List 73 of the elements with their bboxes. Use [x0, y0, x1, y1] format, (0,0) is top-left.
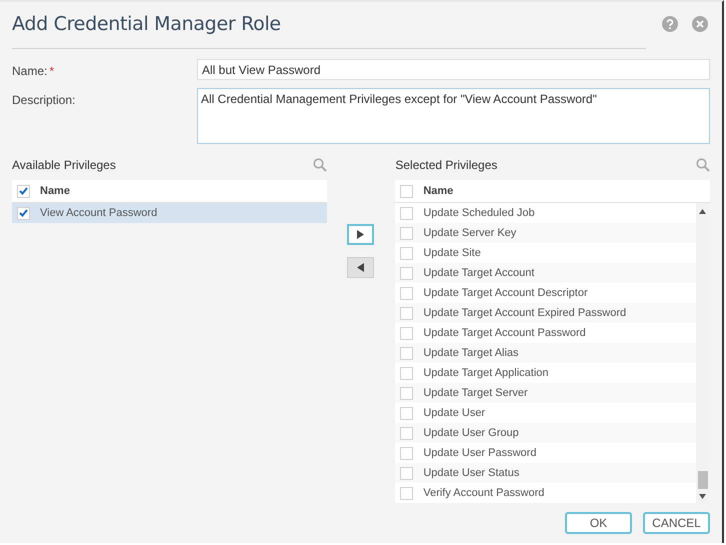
- privilege-name: Update Site: [423, 247, 481, 259]
- checkbox[interactable]: [400, 346, 414, 360]
- privilege-name: Update User Group: [423, 427, 519, 439]
- checkbox[interactable]: [400, 406, 414, 420]
- privilege-row[interactable]: Update Target Account Expired Password: [395, 303, 696, 323]
- move-left-button[interactable]: [347, 257, 374, 278]
- privilege-row[interactable]: Update User Group: [395, 423, 696, 443]
- dialog-title: Add Credential Manager Role: [12, 13, 281, 35]
- checkbox[interactable]: [400, 426, 414, 440]
- privilege-name: Update Server Key: [423, 227, 516, 239]
- privilege-row[interactable]: Update Server Key: [395, 223, 696, 243]
- privilege-row[interactable]: Update User Password: [395, 443, 696, 463]
- privilege-name: Update User Password: [423, 447, 536, 459]
- privilege-row[interactable]: Update Target Account Password: [395, 323, 696, 343]
- checkbox[interactable]: [400, 486, 414, 500]
- list-title: Available Privileges: [12, 158, 116, 172]
- privilege-row[interactable]: Update Target Account Descriptor: [395, 283, 696, 303]
- cancel-button[interactable]: CANCEL: [643, 512, 710, 534]
- privilege-name: View Account Password: [40, 207, 158, 219]
- checkbox[interactable]: [400, 446, 414, 460]
- privilege-name: Update Target Alias: [423, 347, 519, 359]
- required-mark: *: [49, 64, 54, 78]
- privilege-name: Update Target Server: [423, 387, 528, 399]
- checkbox[interactable]: [400, 306, 414, 320]
- scroll-up-icon[interactable]: [699, 209, 706, 214]
- search-icon[interactable]: [696, 158, 710, 172]
- select-all-checkbox[interactable]: [17, 184, 30, 198]
- checkbox[interactable]: [17, 206, 30, 220]
- checkbox[interactable]: [400, 326, 414, 340]
- scroll-down-icon[interactable]: [699, 494, 706, 499]
- privilege-name: Update User Status: [423, 467, 520, 479]
- name-field[interactable]: All but View Password: [197, 59, 710, 80]
- list-title: Selected Privileges: [395, 158, 498, 172]
- privilege-row[interactable]: Update Target Account: [395, 263, 696, 283]
- checkbox[interactable]: [400, 366, 414, 380]
- privilege-row[interactable]: Update Target Alias: [395, 343, 696, 363]
- move-right-button[interactable]: [347, 224, 374, 245]
- privilege-name: Verify Account Password: [423, 487, 544, 499]
- checkbox[interactable]: [400, 246, 414, 260]
- privilege-row[interactable]: Update Scheduled Job: [395, 203, 696, 223]
- column-header[interactable]: Name: [40, 185, 70, 197]
- checkbox[interactable]: [400, 386, 414, 400]
- ok-button[interactable]: OK: [565, 512, 632, 534]
- privilege-row[interactable]: Verify Account Password: [395, 483, 696, 503]
- help-icon[interactable]: [662, 16, 678, 32]
- privilege-name: Update Target Account Descriptor: [423, 287, 588, 299]
- field-label: Name:: [12, 64, 48, 78]
- privilege-row[interactable]: Update User: [395, 403, 696, 423]
- privilege-name: Update Target Account Expired Password: [423, 307, 626, 319]
- column-header[interactable]: Name: [423, 185, 454, 197]
- checkbox[interactable]: [400, 466, 414, 480]
- privilege-name: Update Scheduled Job: [423, 207, 535, 219]
- select-all-checkbox[interactable]: [400, 184, 414, 198]
- privilege-name: Update User: [423, 407, 486, 419]
- description-field[interactable]: All Credential Management Privileges except for "View Account Password": [197, 88, 710, 144]
- checkbox[interactable]: [400, 266, 414, 280]
- close-icon[interactable]: [692, 16, 708, 32]
- privilege-name: Update Target Account: [423, 267, 534, 279]
- privilege-row[interactable]: View Account Password: [12, 203, 327, 223]
- checkbox[interactable]: [400, 286, 414, 300]
- field-label: Description:: [12, 93, 76, 107]
- scroll-thumb[interactable]: [698, 471, 708, 489]
- left-triangle-icon: [357, 263, 364, 272]
- privilege-row[interactable]: Update Target Application: [395, 363, 696, 383]
- checkbox[interactable]: [400, 226, 414, 240]
- privilege-row[interactable]: Update Site: [395, 243, 696, 263]
- privilege-name: Update Target Application: [423, 367, 549, 379]
- search-icon[interactable]: [312, 158, 327, 172]
- right-triangle-icon: [357, 230, 364, 239]
- privilege-row[interactable]: Update User Status: [395, 463, 696, 483]
- privilege-row[interactable]: Update Target Server: [395, 383, 696, 403]
- checkbox[interactable]: [400, 206, 414, 220]
- privilege-name: Update Target Account Password: [423, 327, 586, 339]
